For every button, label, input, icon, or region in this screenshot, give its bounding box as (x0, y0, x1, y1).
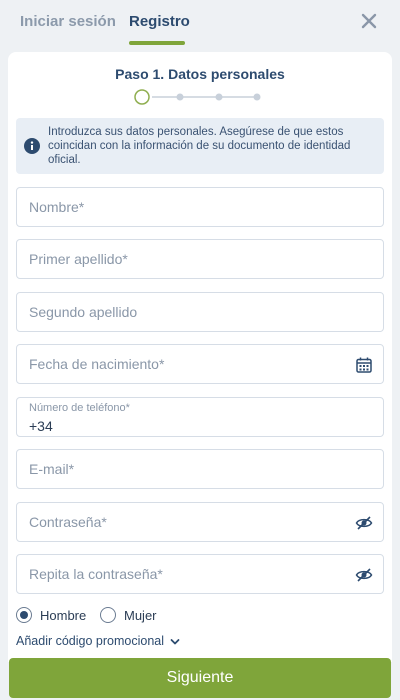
repeat-password-placeholder: Repita la contraseña* (29, 566, 163, 582)
step-3-indicator (215, 93, 223, 101)
radio-circle (100, 607, 116, 623)
close-icon[interactable] (358, 10, 380, 32)
email-field[interactable]: E-mail* (16, 449, 384, 489)
birth-date-field[interactable]: Fecha de nacimiento* (16, 344, 384, 384)
password-placeholder: Contraseña* (29, 514, 107, 530)
phone-prefix: +34 (29, 418, 53, 434)
gender-male-radio[interactable]: Hombre (16, 605, 96, 625)
info-icon (24, 138, 40, 154)
eye-slash-icon[interactable] (355, 514, 373, 532)
step-progress (134, 89, 261, 105)
first-surname-placeholder: Primer apellido* (29, 251, 128, 267)
second-surname-placeholder: Segundo apellido (29, 304, 138, 320)
registration-card: Paso 1. Datos personales Introduzca sus … (8, 52, 392, 662)
next-button[interactable]: Siguiente (9, 658, 391, 698)
active-tab-indicator (129, 41, 185, 45)
birth-date-placeholder: Fecha de nacimiento* (29, 356, 165, 372)
first-surname-field[interactable]: Primer apellido* (16, 239, 384, 279)
email-placeholder: E-mail* (29, 461, 75, 477)
eye-slash-icon[interactable] (355, 566, 373, 584)
gender-male-label: Hombre (40, 608, 87, 623)
info-text: Introduzca sus datos personales. Asegúre… (48, 126, 351, 166)
chevron-down-icon (170, 638, 179, 645)
step-1-indicator (134, 89, 150, 105)
calendar-icon[interactable] (355, 356, 373, 374)
first-name-field[interactable]: Nombre* (16, 187, 384, 227)
promo-code-toggle[interactable]: Añadir código promocional (16, 634, 180, 648)
phone-label: Número de teléfono* (29, 402, 130, 414)
repeat-password-field[interactable]: Repita la contraseña* (16, 554, 384, 594)
radio-selected-dot (20, 611, 28, 619)
step-2-indicator (176, 93, 184, 101)
first-name-placeholder: Nombre* (29, 199, 85, 215)
step-4-indicator (253, 93, 261, 101)
info-box: Introduzca sus datos personales. Asegúre… (16, 118, 384, 174)
gender-female-radio[interactable]: Mujer (100, 605, 180, 625)
tab-login[interactable]: Iniciar sesión (20, 13, 116, 30)
second-surname-field[interactable]: Segundo apellido (16, 292, 384, 332)
gender-female-label: Mujer (124, 608, 157, 623)
tab-register[interactable]: Registro (129, 13, 190, 30)
phone-field[interactable]: Número de teléfono* +34 (16, 397, 384, 437)
top-bar: Iniciar sesión Registro (0, 0, 400, 46)
promo-code-label: Añadir código promocional (16, 634, 165, 648)
step-title: Paso 1. Datos personales (115, 66, 285, 82)
password-field[interactable]: Contraseña* (16, 502, 384, 542)
